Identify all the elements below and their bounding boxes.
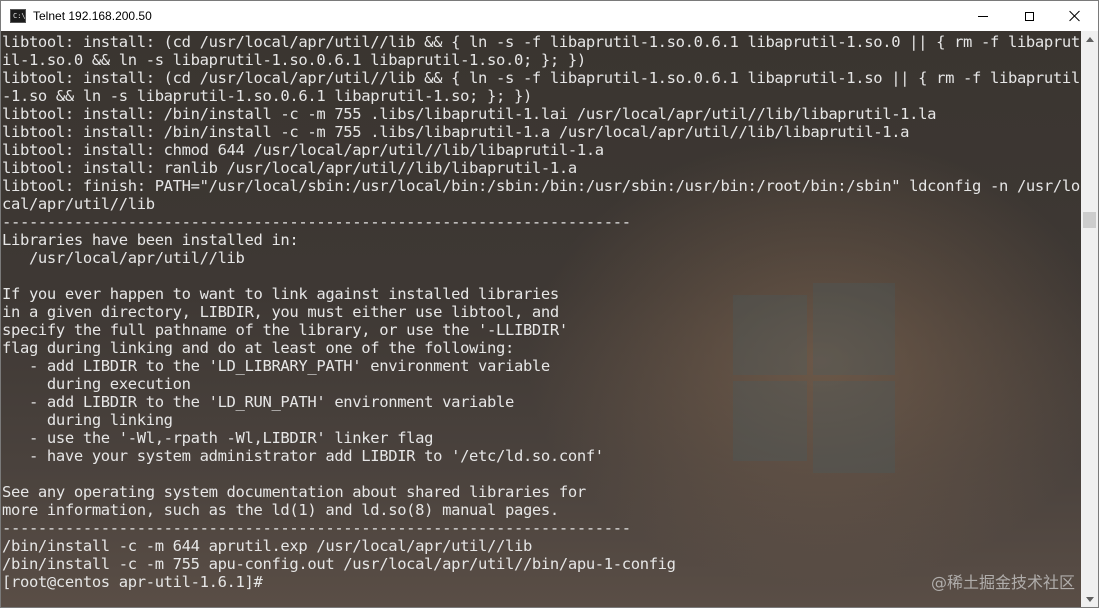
terminal-line: If you ever happen to want to link again… [2,285,559,303]
title-bar[interactable]: C:\ Telnet 192.168.200.50 [1,1,1098,31]
terminal-line: See any operating system documentation a… [2,483,586,501]
terminal-line: libtool: install: (cd /usr/local/apr/uti… [2,33,1080,51]
maximize-icon [1024,11,1034,21]
terminal-line: ----------------------------------------… [2,519,631,537]
terminal-line: libtool: install: /bin/install -c -m 755… [2,105,937,123]
app-icon-text: C:\ [13,12,26,20]
window-title: Telnet 192.168.200.50 [33,9,152,23]
scroll-down-arrow-icon [1085,597,1094,602]
terminal-line: libtool: install: (cd /usr/local/apr/uti… [2,69,1080,87]
telnet-window: C:\ Telnet 192.168.200.50 libtool: insta… [0,0,1099,608]
terminal-line: [root@centos apr-util-1.6.1]# [2,573,263,591]
terminal-line: /bin/install -c -m 644 aprutil.exp /usr/… [2,537,532,555]
terminal-line: libtool: install: ranlib /usr/local/apr/… [2,159,577,177]
terminal-line: /usr/local/apr/util//lib [2,249,245,267]
terminal-line: during execution [2,375,191,393]
scroll-up-button[interactable] [1081,31,1098,48]
close-icon [1069,10,1081,22]
console-area[interactable]: libtool: install: (cd /usr/local/apr/uti… [1,31,1081,607]
vertical-scrollbar[interactable] [1081,31,1098,607]
console-app-icon[interactable]: C:\ [10,9,26,23]
terminal-line: cal/apr/util//lib [2,195,155,213]
terminal-line: Libraries have been installed in: [2,231,299,249]
terminal-line: - add LIBDIR to the 'LD_LIBRARY_PATH' en… [2,357,550,375]
terminal-line: libtool: install: chmod 644 /usr/local/a… [2,141,604,159]
scroll-up-arrow-icon [1085,37,1094,42]
terminal-line: - have your system administrator add LIB… [2,447,604,465]
terminal-line: flag during linking and do at least one … [2,339,514,357]
terminal-line: il-1.so.0 && ln -s libaprutil-1.so.0.6.1… [2,51,586,69]
terminal-line: libtool: install: /bin/install -c -m 755… [2,123,910,141]
terminal-line: more information, such as the ld(1) and … [2,501,559,519]
maximize-button[interactable] [1006,1,1052,31]
terminal-line: - add LIBDIR to the 'LD_RUN_PATH' enviro… [2,393,514,411]
minimize-icon [978,15,988,17]
terminal-line: libtool: finish: PATH="/usr/local/sbin:/… [2,177,1080,195]
terminal-line: - use the '-Wl,-rpath -Wl,LIBDIR' linker… [2,429,434,447]
terminal-line: /bin/install -c -m 755 apu-config.out /u… [2,555,676,573]
terminal-line: ----------------------------------------… [2,213,631,231]
terminal-line: -1.so && ln -s libaprutil-1.so.0.6.1 lib… [2,87,532,105]
terminal-output: libtool: install: (cd /usr/local/apr/uti… [2,33,1080,591]
terminal-line: in a given directory, LIBDIR, you must e… [2,303,559,321]
scroll-down-button[interactable] [1081,591,1098,607]
close-button[interactable] [1052,1,1098,31]
minimize-button[interactable] [960,1,1006,31]
terminal-line: during linking [2,411,173,429]
scrollbar-thumb[interactable] [1083,212,1096,228]
watermark: @稀土掘金技术社区 [930,573,1075,592]
terminal-line: specify the full pathname of the library… [2,321,568,339]
